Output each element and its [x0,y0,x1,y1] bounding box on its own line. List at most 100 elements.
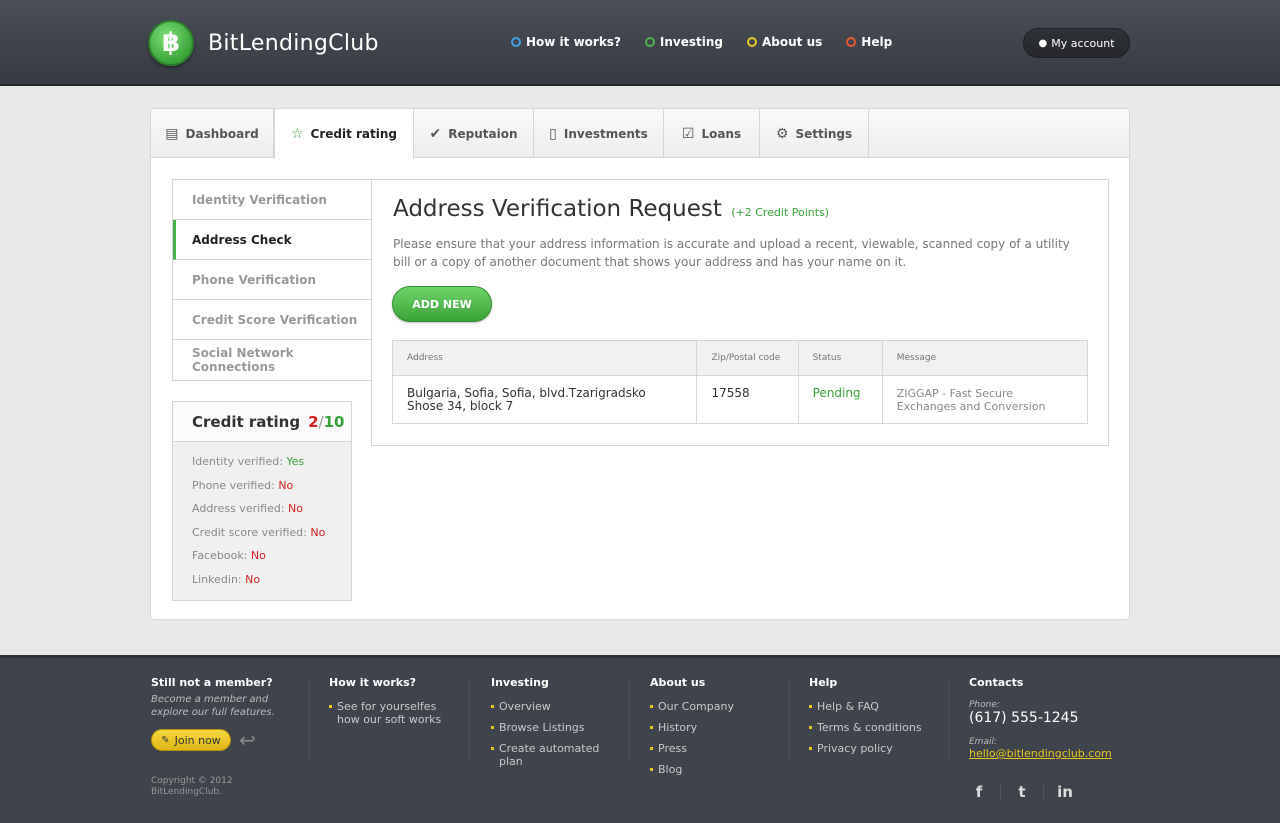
cell-zip: 17558 [696,375,799,424]
footer-member-column: Still not a member? Become a member and … [151,676,291,752]
side-item-credit-score-verification[interactable]: Credit Score Verification [173,300,372,340]
credit-rating-title: Credit rating [192,412,301,431]
nav-investing[interactable]: Investing [644,35,723,49]
footer-link[interactable]: History [650,721,780,734]
rating-label: Identity verified: [192,455,283,468]
cell-status: Pending [798,375,883,424]
nav-help[interactable]: Help [846,35,892,49]
tab-credit-rating[interactable]: ☆ Credit rating [274,109,414,159]
logo-text: BitLendingClub [208,30,379,56]
nav-about-us[interactable]: About us [747,35,822,49]
tab-investments[interactable]: ▯ Investments [534,109,664,158]
tab-label: Dashboard [185,126,259,141]
footer-contacts-column: Contacts Phone: (617) 555-1245 Email: he… [969,676,1139,760]
curved-arrow-icon: ↩ [239,728,256,752]
tab-reputation[interactable]: ✔ Reputaion [414,109,534,158]
rating-label: Phone verified: [192,478,275,492]
rating-row-credit-score: Credit score verified: No [192,526,351,550]
my-account-label: My account [1051,36,1115,50]
footer-member-title: Still not a member? [151,676,273,689]
rating-label: Facebook: [192,549,248,562]
nav-label: How it works? [526,35,621,49]
rating-label: Credit score verified: [192,525,307,539]
footer-link[interactable]: Blog [650,763,780,776]
footer-link[interactable]: Our Company [650,700,780,713]
join-now-button[interactable]: ✎ Join now [151,729,231,751]
nav-label: Help [861,35,893,49]
document-icon: ▯ [549,125,557,142]
pencil-icon: ✎ [161,734,170,746]
social-divider [1000,784,1001,800]
twitter-icon[interactable]: t [1012,783,1032,801]
footer-link[interactable]: Help & FAQ [809,700,939,713]
credit-rating-box: Credit rating 2/10 Identity verified: Ye… [172,401,352,601]
rating-row-phone: Phone verified: No [192,479,351,503]
footer-how-column: How it works? See for yourselfes how our… [329,676,454,734]
tab-settings[interactable]: ⚙ Settings [760,109,869,158]
side-item-phone-verification[interactable]: Phone Verification [173,260,372,300]
rating-value: Yes [286,455,305,468]
tab-label: Credit rating [310,127,398,141]
credit-score: 2 [308,412,319,431]
tab-loans[interactable]: ☑ Loans [664,109,760,158]
page-title-text: Address Verification Request [393,196,722,222]
top-nav: How it works? Investing About us Help [511,35,916,49]
phone-label: Phone: [969,700,1000,710]
page-description: Please ensure that your address informat… [393,237,1070,269]
check-icon: ✔ [429,125,442,142]
footer-divider [469,680,470,762]
footer-link[interactable]: Privacy policy [809,742,939,755]
rating-value: No [250,549,266,562]
main-card: ▤ Dashboard ☆ Credit rating ✔ Reputaion … [150,108,1130,620]
footer-investing-column: Investing Overview Browse Listings Creat… [491,676,621,776]
side-item-social-network-connections[interactable]: Social Network Connections [173,340,372,380]
my-account-button[interactable]: ● My account [1023,28,1130,58]
address-table: Address Zip/Postal code Status Message B… [392,340,1088,424]
footer-link[interactable]: Overview [491,700,621,713]
tab-label: Loans [701,126,742,141]
rating-label: Address verified: [192,502,285,515]
tab-label: Settings [795,126,853,141]
linkedin-icon[interactable]: in [1055,783,1075,801]
column-header-zip: Zip/Postal code [696,340,799,376]
circle-icon [644,37,655,47]
facebook-icon[interactable]: f [969,783,989,801]
tab-dashboard[interactable]: ▤ Dashboard [151,109,274,158]
footer-link[interactable]: Terms & conditions [809,721,939,734]
footer-how-title: How it works? [329,676,417,689]
page-title: Address Verification Request (+2 Credit … [393,196,829,222]
social-divider [1043,784,1044,800]
table-header-row: Address Zip/Postal code Status Message [392,340,1088,376]
side-item-identity-verification[interactable]: Identity Verification [173,180,372,220]
footer-link[interactable]: Create automated plan [491,742,621,768]
table-row[interactable]: Bulgaria, Sofia, Sofia, blvd.Tzarigradsk… [392,375,1088,424]
nav-how-it-works[interactable]: How it works? [511,35,621,49]
header: ฿ BitLendingClub How it works? Investing… [0,0,1280,86]
rating-value: No [278,478,294,492]
rating-row-facebook: Facebook: No [192,549,351,573]
footer-link[interactable]: Press [650,742,780,755]
column-header-status: Status [798,340,883,376]
email-label: Email: [969,737,998,747]
email-link[interactable]: hello@bitlendingclub.com [969,747,1139,760]
footer-contacts-title: Contacts [969,676,1024,689]
logo[interactable]: ฿ BitLendingClub [148,20,379,66]
circle-icon [846,37,857,47]
join-now-label: Join now [174,733,221,747]
star-icon: ☆ [290,126,304,142]
footer-member-subtitle: Become a member and explore our full fea… [151,694,275,718]
person-icon: ● [1038,37,1048,49]
footer-link[interactable]: Browse Listings [491,721,621,734]
phone-number: (617) 555-1245 [969,710,1079,726]
footer-link[interactable]: See for yourselfes how our soft works [329,700,454,726]
rating-value: No [310,525,326,539]
add-new-button[interactable]: ADD NEW [392,286,492,322]
credit-points-badge: (+2 Credit Points) [731,206,830,219]
credit-rating-header: Credit rating 2/10 [173,402,351,442]
rating-list: Identity verified: Yes Phone verified: N… [173,442,351,596]
side-item-address-check[interactable]: Address Check [173,220,372,260]
circle-icon [747,37,758,47]
social-links: f t in [969,783,1075,801]
rating-value: No [288,502,304,515]
tab-label: Investments [563,126,648,141]
